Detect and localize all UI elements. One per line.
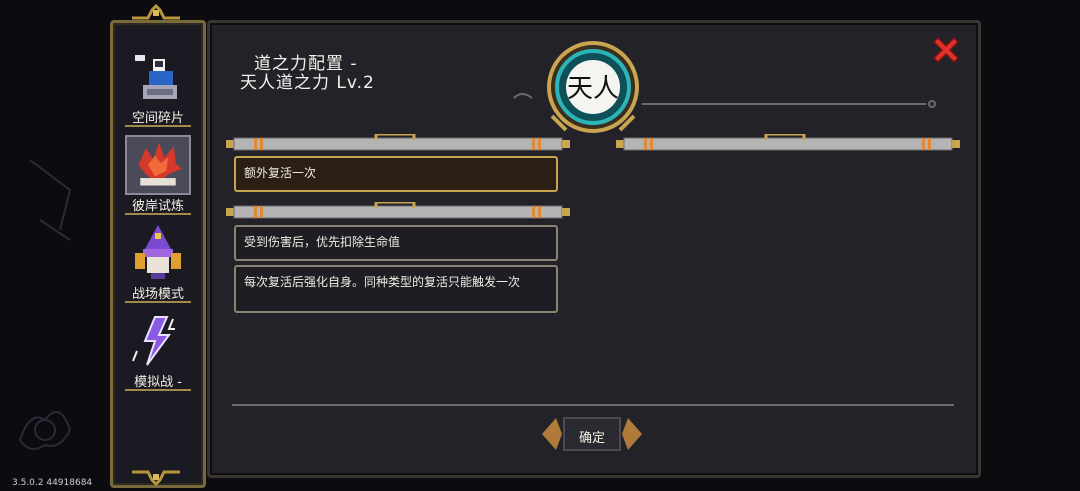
trial-flower-icon	[125, 135, 191, 195]
lightning-icon	[132, 316, 175, 366]
tianren-emblem-icon: 天人	[547, 41, 639, 133]
sidebar-top-ornament	[132, 4, 180, 20]
sidebar-item-divider	[125, 213, 191, 215]
power-card-text: 受到伤害后，优先扣除生命值	[244, 235, 401, 249]
sidebar-item-label: 模拟战 -	[134, 375, 182, 390]
sidebar-item-divider	[125, 125, 191, 127]
power-card-damage-priority[interactable]: 受到伤害后，优先扣除生命值	[234, 225, 558, 261]
close-x-icon[interactable]	[930, 34, 962, 66]
sidebar-item-simulation[interactable]: 模拟战 -	[121, 309, 195, 393]
version-label: 3.5.0.2 44918684	[12, 478, 93, 488]
sidebar-item-label: 空间碎片	[131, 111, 184, 126]
sidebar-item-divider	[125, 301, 191, 303]
sidebar-bottom-ornament	[132, 470, 180, 486]
mode-sidebar: 空间碎片 彼岸试炼 战场模式 模拟战 -	[110, 20, 206, 488]
sidebar-item-divider	[125, 389, 191, 391]
power-card-revive-buff[interactable]: 每次复活后强化自身。同种类型的复活只能触发一次	[234, 265, 558, 313]
sidebar-item-trial[interactable]: 彼岸试炼	[121, 133, 195, 217]
scroll-rod	[226, 202, 570, 219]
panel-subtitle: 天人道之力 Lv.2	[240, 73, 375, 93]
emblem-glyph: 天人	[567, 74, 619, 104]
space-fragment-icon	[135, 55, 177, 99]
wizard-icon	[135, 225, 181, 279]
scroll-rod	[226, 134, 570, 151]
sidebar-item-label: 彼岸试炼	[131, 199, 184, 214]
confirm-button-label: 确定	[578, 431, 605, 446]
scroll-rod	[616, 134, 960, 151]
power-card-text: 每次复活后强化自身。同种类型的复活只能触发一次	[244, 275, 521, 289]
sidebar-item-space-fragment[interactable]: 空间碎片	[121, 45, 195, 129]
footer-divider	[232, 404, 954, 406]
power-card-text: 额外复活一次	[244, 166, 317, 180]
power-card-extra-revive[interactable]: 额外复活一次	[234, 156, 558, 192]
sidebar-item-battlefield[interactable]: 战场模式	[121, 221, 195, 305]
sidebar-item-label: 战场模式	[131, 287, 184, 302]
